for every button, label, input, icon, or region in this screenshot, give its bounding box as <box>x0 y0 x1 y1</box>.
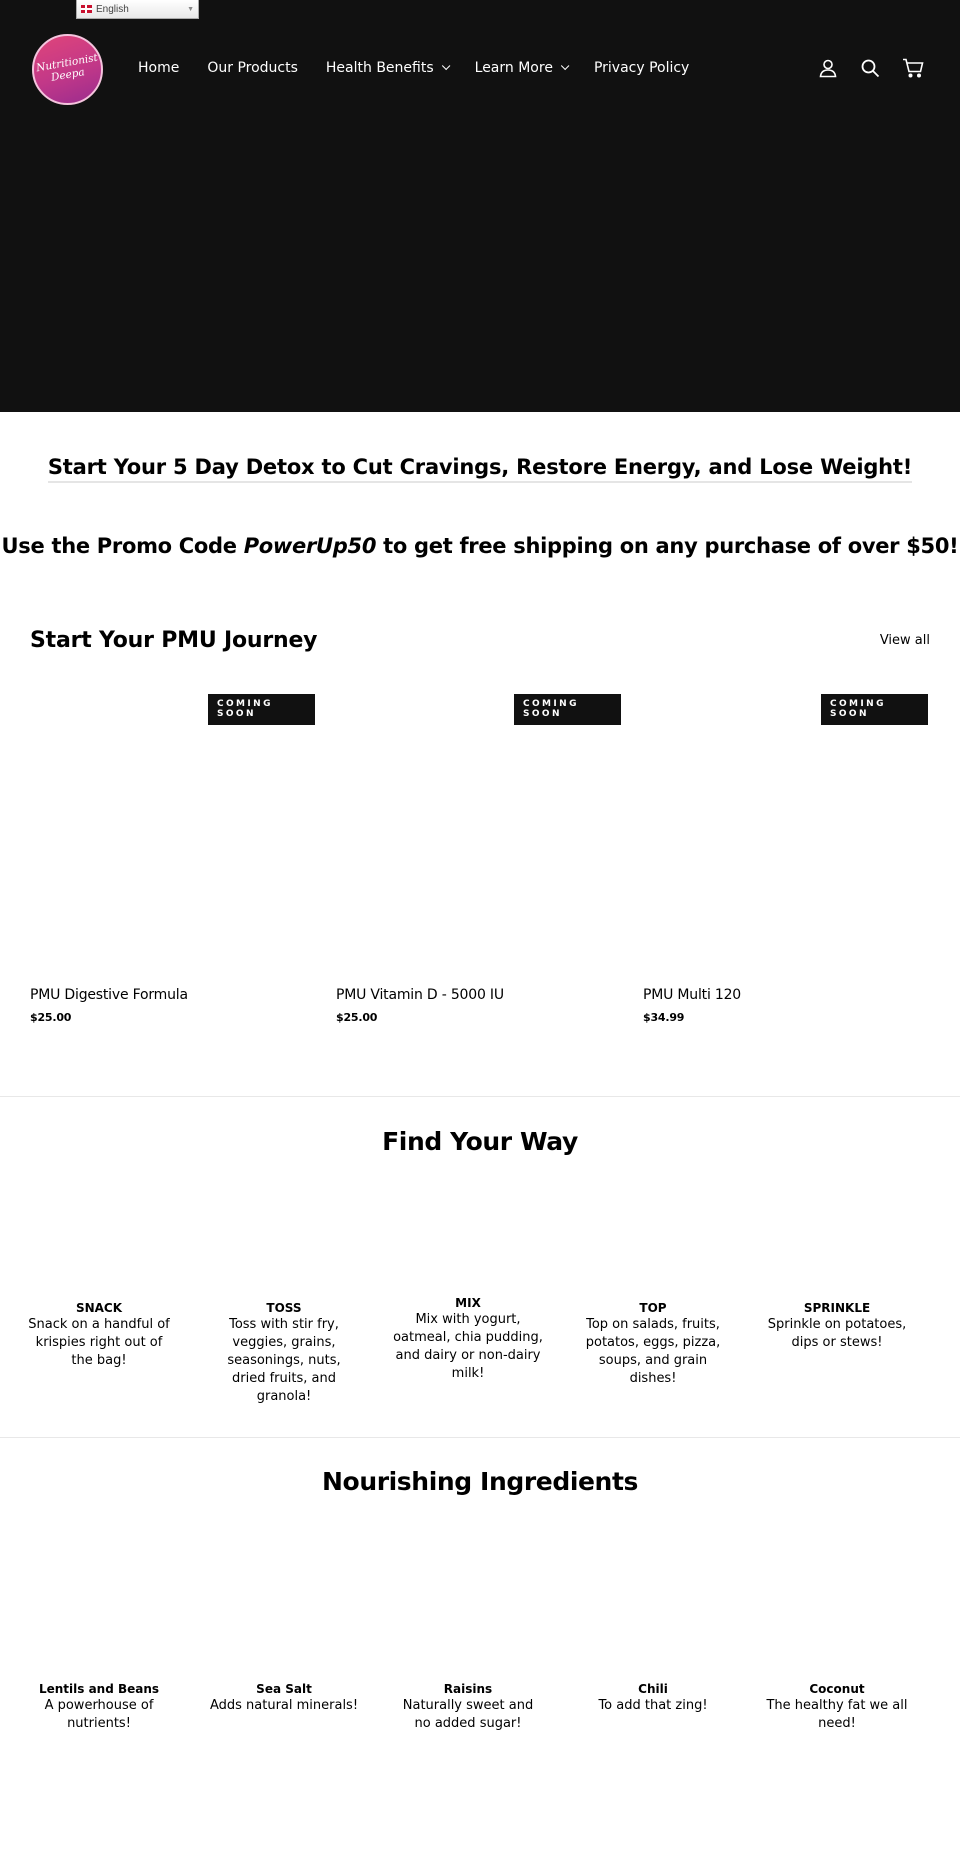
ingredient-desc: Adds natural minerals! <box>209 1698 359 1713</box>
main-nav: Home Our Products Health Benefits Learn … <box>138 60 717 76</box>
product-image[interactable] <box>643 694 928 974</box>
ingredient-item: Coconut The healthy fat we all need! <box>762 1681 912 1733</box>
ingredient-desc: Naturally sweet and no added sugar! <box>402 1698 534 1731</box>
usage-item-title: TOSS <box>266 1301 302 1315</box>
nav-item-label: Privacy Policy <box>593 60 690 76</box>
usage-item-desc: Toss with stir fry, veggies, grains, sea… <box>227 1317 341 1404</box>
nav-item-label: Our Products <box>207 60 298 76</box>
ingredient-item: Raisins Naturally sweet and no added sug… <box>393 1681 543 1733</box>
nav-item-privacy-policy[interactable]: Privacy Policy <box>594 60 689 76</box>
usage-item-mix: MIX Mix with yogurt, oatmeal, chia puddi… <box>393 1295 543 1383</box>
product-name[interactable]: PMU Digestive Formula <box>30 987 188 1003</box>
brand-logo[interactable]: Nutritionist Deepa <box>32 34 103 105</box>
usage-item-title: SPRINKLE <box>803 1301 871 1315</box>
featured-collection-title: Start Your PMU Journey <box>30 628 318 653</box>
ingredient-item: Sea Salt Adds natural minerals! <box>209 1681 359 1715</box>
nav-item-home[interactable]: Home <box>138 60 179 76</box>
usage-item-top: TOP Top on salads, fruits, potatos, eggs… <box>578 1300 728 1388</box>
coming-soon-badge: COMING SOON <box>821 694 928 725</box>
usage-item-desc: Snack on a handful of krispies right out… <box>28 1317 170 1368</box>
header-icons <box>818 58 924 78</box>
coming-soon-badge: COMING SOON <box>514 694 621 725</box>
detox-headline-text[interactable]: Start Your 5 Day Detox to Cut Cravings, … <box>47 455 912 483</box>
product-name[interactable]: PMU Multi 120 <box>643 987 741 1003</box>
product-price: $25.00 <box>30 1011 72 1024</box>
language-selector-value: English <box>96 3 129 15</box>
nourishing-ingredients-title: Nourishing Ingredients <box>322 1467 638 1496</box>
product-price: $34.99 <box>643 1011 685 1024</box>
search-icon[interactable] <box>860 58 880 78</box>
product-card[interactable]: COMING SOON PMU Digestive Formula $25.00 <box>30 694 315 1034</box>
ingredient-title: Sea Salt <box>256 1682 312 1696</box>
product-image[interactable] <box>30 694 315 974</box>
language-selector[interactable]: English ▼ <box>76 0 199 19</box>
usage-item-desc: Sprinkle on potatoes, dips or stews! <box>767 1317 907 1350</box>
promo-text-after: to get free shipping on any purchase of … <box>376 534 959 558</box>
ingredient-desc: To add that zing! <box>598 1698 708 1713</box>
product-price: $25.00 <box>336 1011 378 1024</box>
usage-item-sprinkle: SPRINKLE Sprinkle on potatoes, dips or s… <box>762 1300 912 1352</box>
ingredient-item: Chili To add that zing! <box>578 1681 728 1715</box>
nav-item-label: Home <box>138 60 180 76</box>
coming-soon-badge: COMING SOON <box>208 694 315 725</box>
ingredient-item: Lentils and Beans A powerhouse of nutrie… <box>24 1681 174 1733</box>
nav-item-label: Learn More <box>474 60 553 76</box>
ingredient-title: Lentils and Beans <box>38 1682 160 1696</box>
find-your-way-title: Find Your Way <box>382 1127 578 1156</box>
nav-item-learn-more[interactable]: Learn More <box>474 60 570 76</box>
section-divider <box>0 1437 960 1438</box>
ingredient-title: Raisins <box>443 1682 493 1696</box>
usage-item-title: MIX <box>455 1296 481 1310</box>
uk-flag-icon <box>81 5 92 13</box>
promo-banner: Use the Promo Code PowerUp50 to get free… <box>0 534 960 558</box>
account-icon[interactable] <box>818 58 838 78</box>
nav-item-our-products[interactable]: Our Products <box>207 60 298 76</box>
nav-item-label: Health Benefits <box>325 60 434 76</box>
usage-item-desc: Top on salads, fruits, potatos, eggs, pi… <box>585 1317 721 1386</box>
section-divider <box>0 1096 960 1097</box>
usage-item-toss: TOSS Toss with stir fry, veggies, grains… <box>209 1300 359 1406</box>
promo-text-before: Use the Promo Code <box>1 534 244 558</box>
chevron-down-icon <box>560 61 570 71</box>
promo-code: PowerUp50 <box>243 534 377 558</box>
usage-item-desc: Mix with yogurt, oatmeal, chia pudding, … <box>393 1312 543 1381</box>
view-all-link[interactable]: View all <box>880 633 930 648</box>
usage-item-title: SNACK <box>75 1301 123 1315</box>
product-card[interactable]: COMING SOON PMU Vitamin D - 5000 IU $25.… <box>336 694 621 1034</box>
ingredient-title: Chili <box>638 1682 668 1696</box>
product-image[interactable] <box>336 694 621 974</box>
dropdown-caret-icon: ▼ <box>187 5 194 13</box>
usage-item-snack: SNACK Snack on a handful of krispies rig… <box>24 1300 174 1370</box>
ingredient-title: Coconut <box>809 1682 865 1696</box>
chevron-down-icon <box>441 61 451 71</box>
ingredient-desc: The healthy fat we all need! <box>766 1698 908 1731</box>
product-name[interactable]: PMU Vitamin D - 5000 IU <box>336 987 504 1003</box>
cart-icon[interactable] <box>902 58 924 78</box>
detox-headline: Start Your 5 Day Detox to Cut Cravings, … <box>0 455 960 483</box>
product-card[interactable]: COMING SOON PMU Multi 120 $34.99 <box>643 694 928 1034</box>
ingredient-desc: A powerhouse of nutrients! <box>44 1698 154 1731</box>
nav-item-health-benefits[interactable]: Health Benefits <box>325 60 451 76</box>
usage-item-title: TOP <box>639 1301 667 1315</box>
